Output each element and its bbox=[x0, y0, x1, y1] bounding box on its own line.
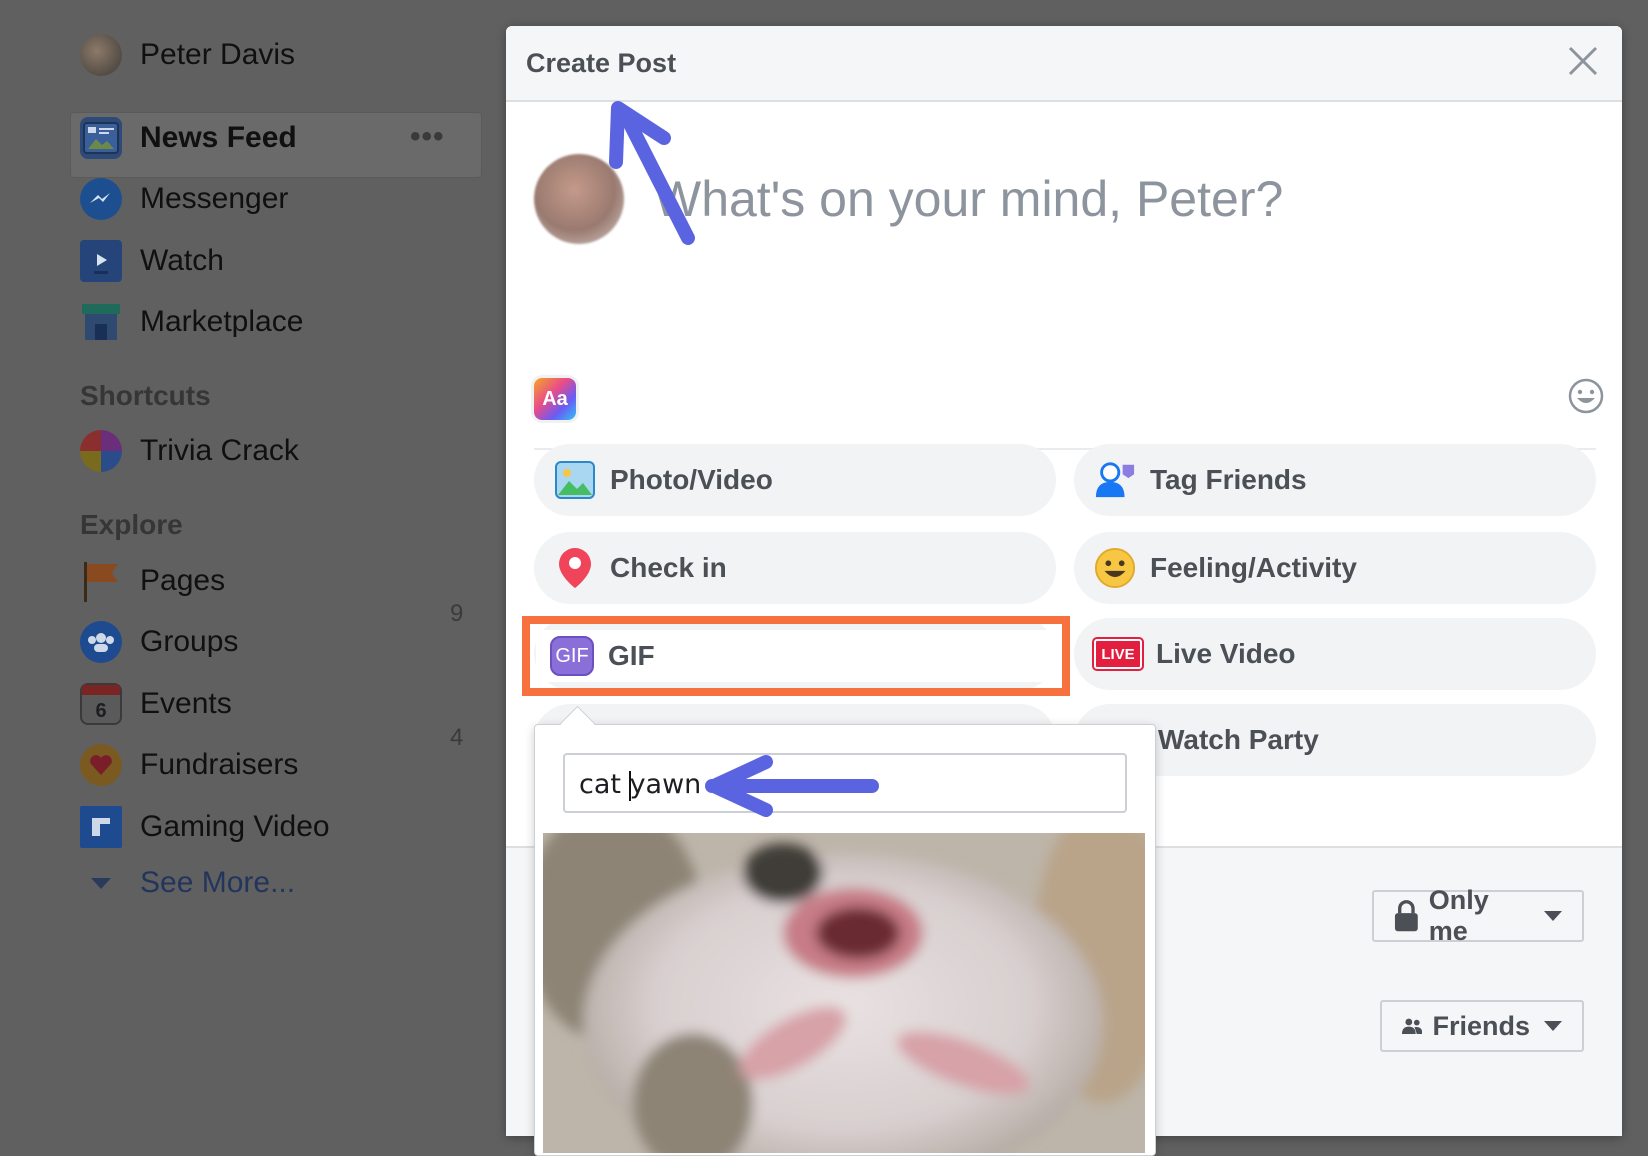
gif-icon: GIF bbox=[550, 636, 594, 676]
dialog-title: Create Post bbox=[526, 48, 677, 78]
tag-friends-icon bbox=[1094, 459, 1136, 501]
feeling-activity-button[interactable]: Feeling/Activity bbox=[1074, 532, 1596, 604]
sidebar-item-watch[interactable]: Watch bbox=[80, 240, 224, 282]
option-label: Tag Friends bbox=[1150, 464, 1307, 495]
option-label: GIF bbox=[608, 640, 655, 671]
groups-icon bbox=[80, 621, 122, 663]
events-count-badge: 4 bbox=[450, 724, 464, 751]
sidebar-item-news-feed[interactable]: News Feed bbox=[80, 117, 297, 159]
news-feed-icon bbox=[80, 117, 122, 159]
sidebar-item-trivia-crack[interactable]: Trivia Crack bbox=[80, 430, 299, 472]
see-more-label: See More... bbox=[140, 866, 296, 899]
photo-video-icon bbox=[554, 459, 596, 501]
sidebar-item-label: Events bbox=[140, 687, 232, 720]
live-video-icon: LIVE bbox=[1094, 639, 1142, 669]
gif-search-input[interactable]: cat yawn bbox=[563, 753, 1127, 813]
sidebar-item-label: Pages bbox=[140, 564, 226, 597]
friends-icon bbox=[1402, 1018, 1423, 1034]
avatar bbox=[80, 34, 122, 76]
privacy-label: Friends bbox=[1432, 1010, 1530, 1041]
fundraiser-icon bbox=[80, 744, 122, 786]
dialog-header: Create Post bbox=[506, 26, 1622, 102]
sidebar-item-label: Fundraisers bbox=[140, 748, 299, 781]
left-sidebar: Peter Davis News Feed ••• Messenger Watc… bbox=[0, 0, 500, 1136]
photo-video-button[interactable]: Photo/Video bbox=[534, 444, 1056, 516]
search-text-after-caret: yawn bbox=[629, 769, 702, 800]
lock-icon bbox=[1394, 900, 1418, 932]
option-label: Check in bbox=[610, 552, 727, 583]
profile-link[interactable]: Peter Davis bbox=[80, 34, 295, 76]
shortcuts-heading: Shortcuts bbox=[80, 380, 211, 411]
calendar-icon: 6 bbox=[80, 683, 122, 725]
smiley-icon bbox=[1094, 547, 1136, 589]
gif-badge: GIF bbox=[555, 644, 589, 667]
gaming-video-icon bbox=[80, 806, 122, 848]
sidebar-item-gaming-video[interactable]: Gaming Video bbox=[80, 806, 330, 848]
privacy-label: Only me bbox=[1428, 885, 1489, 946]
sidebar-item-events[interactable]: 6 Events bbox=[80, 683, 232, 725]
sidebar-item-label: Messenger bbox=[140, 182, 289, 215]
pages-count-badge: 9 bbox=[450, 600, 464, 627]
live-badge: LIVE bbox=[1101, 645, 1135, 663]
chevron-down-icon bbox=[1544, 911, 1562, 921]
emoji-picker-icon[interactable] bbox=[1568, 378, 1604, 414]
search-text-before-caret: cat bbox=[579, 769, 630, 800]
sidebar-item-groups[interactable]: Groups bbox=[80, 621, 238, 663]
close-icon[interactable] bbox=[1566, 44, 1600, 78]
gif-picker-popover: cat yawn bbox=[534, 705, 1156, 1156]
option-label: Watch Party bbox=[1158, 724, 1319, 755]
sidebar-item-label: Gaming Video bbox=[140, 810, 330, 843]
calendar-day: 6 bbox=[95, 699, 107, 722]
privacy-dropdown-only-me[interactable]: Only me bbox=[1372, 885, 1584, 946]
live-video-button[interactable]: LIVE Live Video bbox=[1074, 618, 1596, 690]
text-format-button[interactable]: Aa bbox=[534, 378, 576, 420]
sidebar-item-label: News Feed bbox=[140, 121, 297, 154]
sidebar-item-label: Trivia Crack bbox=[140, 434, 299, 467]
tag-friends-button[interactable]: Tag Friends bbox=[1074, 444, 1596, 516]
location-pin-icon bbox=[554, 547, 596, 589]
chevron-down-icon bbox=[1544, 1021, 1562, 1031]
avatar bbox=[534, 154, 624, 244]
explore-heading: Explore bbox=[80, 509, 183, 540]
trivia-crack-icon bbox=[80, 430, 122, 472]
chevron-down-icon bbox=[80, 862, 122, 904]
flag-icon bbox=[80, 560, 122, 602]
profile-name: Peter Davis bbox=[140, 38, 296, 71]
sidebar-item-label: Watch bbox=[140, 244, 224, 277]
news-feed-more-button[interactable]: ••• bbox=[410, 120, 445, 154]
option-label: Live Video bbox=[1156, 638, 1296, 669]
messenger-icon bbox=[80, 178, 122, 220]
watch-icon bbox=[80, 240, 122, 282]
option-label: Feeling/Activity bbox=[1150, 552, 1357, 583]
gif-result-thumbnail[interactable] bbox=[543, 833, 1145, 1153]
check-in-button[interactable]: Check in bbox=[534, 532, 1056, 604]
sidebar-item-pages[interactable]: Pages bbox=[80, 560, 225, 602]
post-text-input[interactable]: What's on your mind, Peter? bbox=[654, 170, 1283, 228]
privacy-dropdown-friends[interactable]: Friends bbox=[1380, 1000, 1584, 1052]
sidebar-item-fundraisers[interactable]: Fundraisers bbox=[80, 744, 298, 786]
see-more-link[interactable]: See More... bbox=[80, 862, 295, 904]
gif-button[interactable]: GIF GIF bbox=[536, 630, 1056, 682]
sidebar-item-label: Marketplace bbox=[140, 305, 304, 338]
marketplace-icon bbox=[80, 301, 122, 343]
sidebar-item-messenger[interactable]: Messenger bbox=[80, 178, 288, 220]
option-label: Photo/Video bbox=[610, 464, 773, 495]
sidebar-item-label: Groups bbox=[140, 625, 239, 658]
sidebar-item-marketplace[interactable]: Marketplace bbox=[80, 301, 303, 343]
